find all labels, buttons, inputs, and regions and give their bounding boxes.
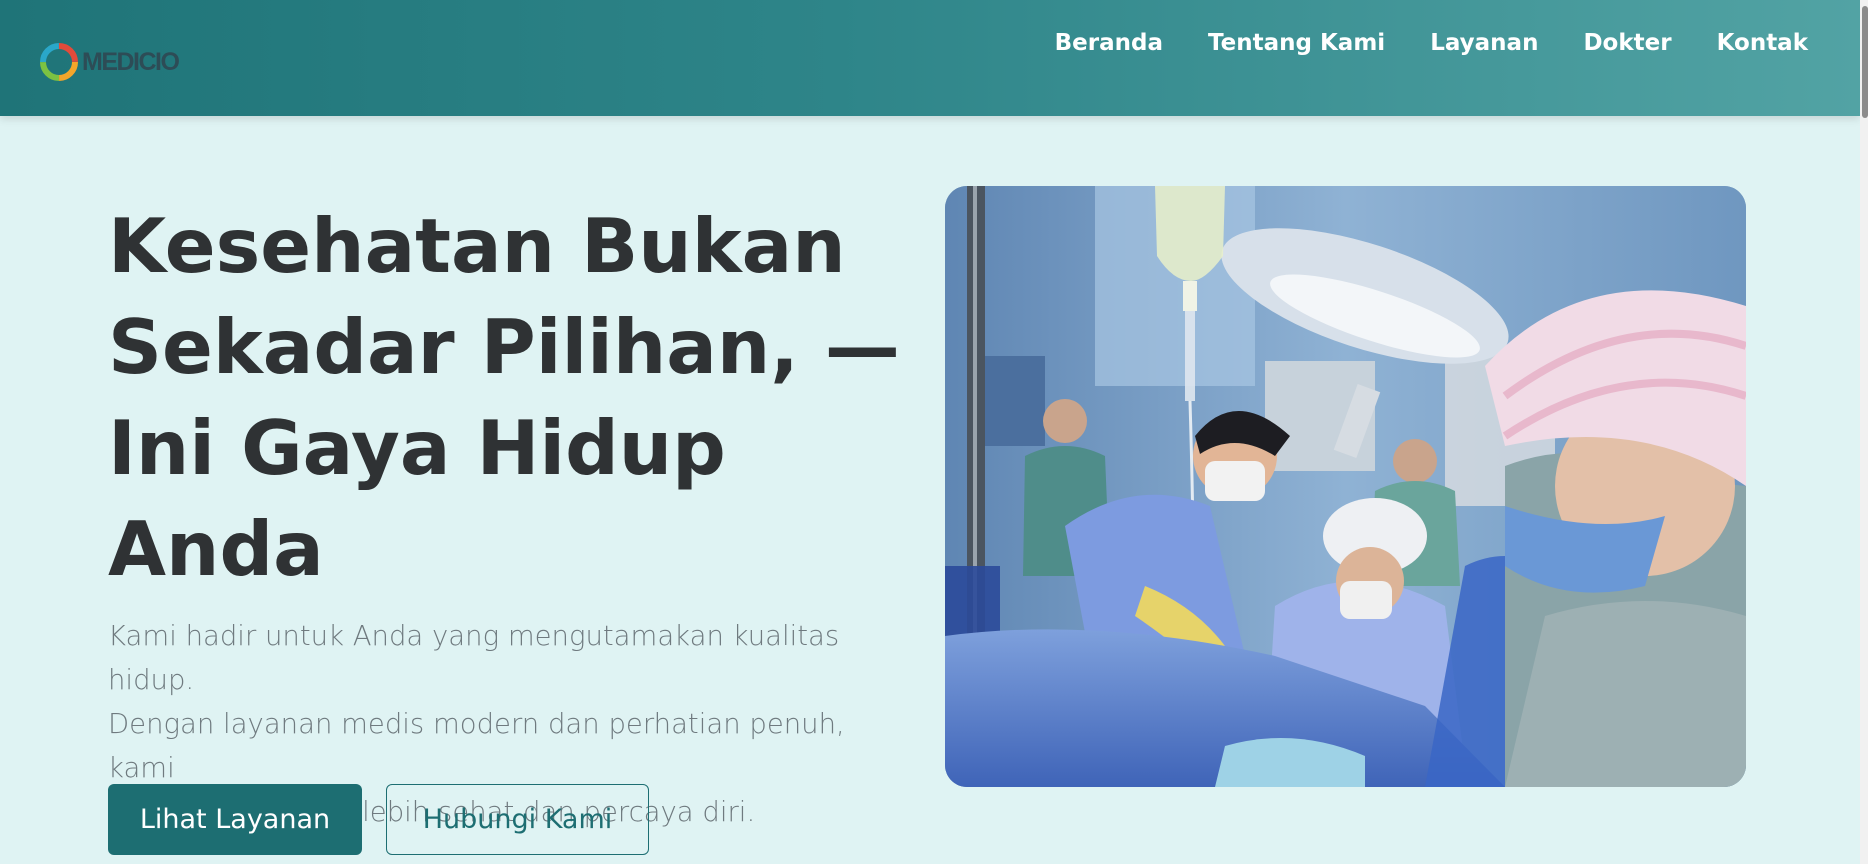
contact-us-button[interactable]: Hubungi Kami <box>386 784 649 855</box>
hero-title-line: Anda <box>108 505 324 593</box>
nav-link-kontak[interactable]: Kontak <box>1717 30 1808 56</box>
ring-logo-icon <box>40 43 78 81</box>
nav-link-beranda[interactable]: Beranda <box>1055 30 1163 56</box>
nav-link-tentang-kami[interactable]: Tentang Kami <box>1208 30 1385 56</box>
hero-title: Kesehatan Bukan Sekadar Pilihan, — Ini G… <box>108 196 908 600</box>
site-logo[interactable]: MEDICIO <box>38 42 180 82</box>
hero-description-line: Kami hadir untuk Anda yang mengutamakan … <box>108 620 840 696</box>
nav-link-dokter[interactable]: Dokter <box>1583 30 1671 56</box>
page-scrollbar[interactable] <box>1860 0 1868 864</box>
hero-title-line: Ini Gaya Hidup <box>108 404 726 492</box>
main-nav: Beranda Tentang Kami Layanan Dokter Kont… <box>1055 30 1808 56</box>
site-header: MEDICIO Beranda Tentang Kami Layanan Dok… <box>0 0 1860 116</box>
hero-title-line: Kesehatan Bukan <box>108 202 846 290</box>
scrollbar-thumb[interactable] <box>1862 6 1868 118</box>
logo-text: MEDICIO <box>82 47 180 76</box>
surgery-photo <box>945 186 1746 787</box>
hero-description-line: Dengan layanan medis modern dan perhatia… <box>108 708 845 784</box>
view-services-button[interactable]: Lihat Layanan <box>108 784 362 855</box>
hero-title-line: Sekadar Pilihan, — <box>108 303 900 391</box>
surgery-illustration <box>945 186 1746 787</box>
nav-link-layanan[interactable]: Layanan <box>1430 30 1538 56</box>
